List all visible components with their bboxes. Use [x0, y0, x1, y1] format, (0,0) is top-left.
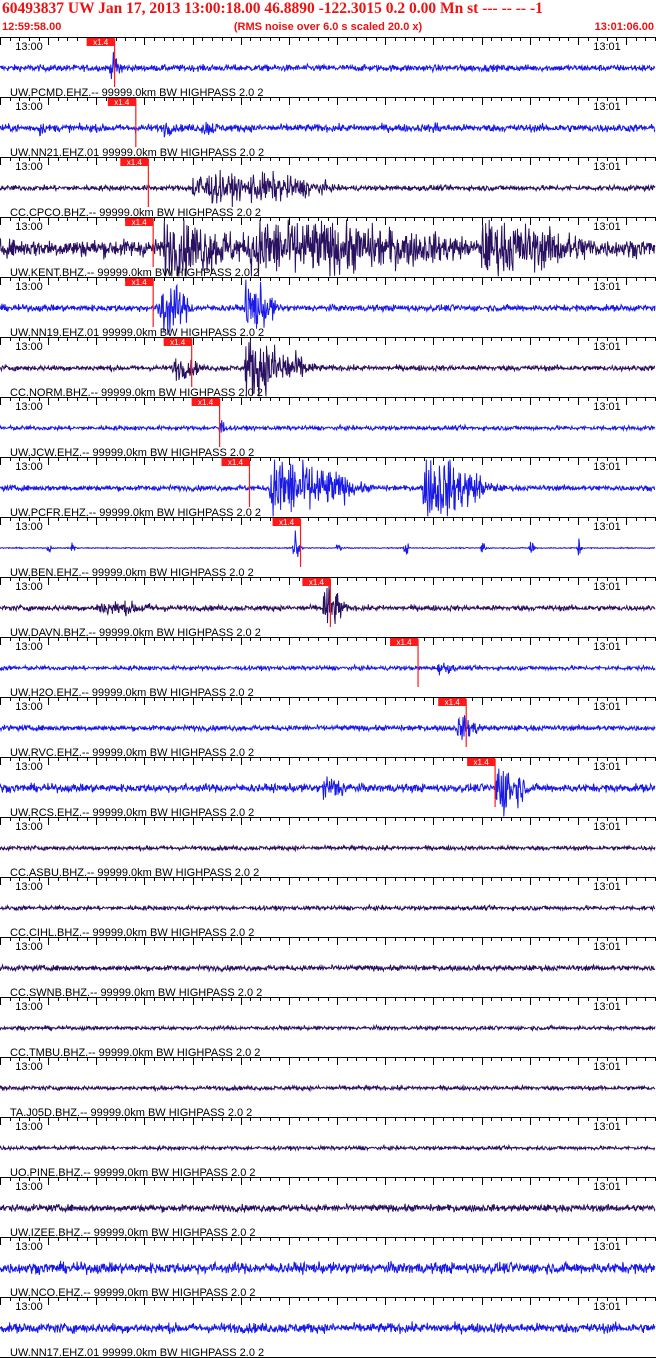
pick-label: x1.4: [228, 458, 244, 467]
time-tick-label: 13:00: [15, 101, 43, 113]
time-tick-label: 13:00: [15, 221, 43, 233]
waveform-trace: [0, 843, 656, 853]
time-tick-label: 13:00: [15, 281, 43, 293]
time-tick-label: 13:01: [593, 821, 621, 833]
waveform-trace: [0, 1260, 656, 1276]
time-tick-label: 13:00: [15, 821, 43, 833]
waveform-trace: [0, 662, 656, 676]
waveform-trace: [0, 169, 656, 208]
time-tick-label: 13:01: [593, 941, 621, 953]
waveform-trace: [0, 1321, 656, 1335]
waveform-trace: [0, 1143, 656, 1152]
time-tick-label: 13:00: [15, 1001, 43, 1013]
seismogram-plot: 13:00 13:01x1.4UW.PCMD.EHZ.-- 99999.0km B…: [0, 37, 656, 1358]
time-tick-label: 13:01: [593, 641, 621, 653]
pick-label: x1.4: [170, 338, 186, 347]
time-tick-label: 13:00: [15, 581, 43, 593]
time-tick-label: 13:00: [15, 881, 43, 893]
time-tick-label: 13:00: [15, 1301, 43, 1313]
waveform-trace: [0, 963, 656, 973]
time-tick-label: 13:00: [15, 161, 43, 173]
time-tick-label: 13:01: [593, 101, 621, 113]
time-tick-label: 13:01: [593, 1001, 621, 1013]
time-tick-label: 13:00: [15, 941, 43, 953]
pick-label: x1.4: [474, 758, 490, 767]
time-tick-label: 13:00: [15, 41, 43, 53]
time-tick-label: 13:00: [15, 1241, 43, 1253]
time-tick-label: 13:00: [15, 641, 43, 653]
waveform-trace: [0, 51, 656, 80]
time-tick-label: 13:00: [15, 701, 43, 713]
pick-label: x1.4: [132, 278, 148, 287]
pick-label: x1.4: [114, 98, 130, 107]
time-tick-label: 13:01: [593, 41, 621, 53]
time-tick-label: 13:00: [15, 1061, 43, 1073]
waveform-trace: [0, 530, 656, 558]
channel-label: UW.NN17.EHZ.01 99999.0km BW HIGHPASS 2.0…: [10, 1347, 264, 1358]
time-tick-label: 13:01: [593, 461, 621, 473]
pick-label: x1.4: [309, 578, 325, 587]
time-tick-label: 13:00: [15, 341, 43, 353]
time-tick-label: 13:01: [593, 521, 621, 533]
waveform-trace: [0, 903, 656, 913]
pick-label: x1.4: [132, 218, 148, 227]
pick-label: x1.4: [93, 38, 109, 47]
waveform-trace: [0, 715, 656, 740]
time-tick-label: 13:00: [15, 1121, 43, 1133]
pick-label: x1.4: [445, 698, 461, 707]
time-tick-label: 13:01: [593, 581, 621, 593]
time-tick-label: 13:01: [593, 701, 621, 713]
pick-label: x1.4: [198, 398, 214, 407]
pick-label: x1.4: [396, 638, 412, 647]
pick-label: x1.4: [127, 158, 143, 167]
time-tick-label: 13:01: [593, 1241, 621, 1253]
time-tick-label: 13:01: [593, 401, 621, 413]
waveform-trace: [0, 420, 656, 433]
time-tick-label: 13:01: [593, 881, 621, 893]
time-tick-label: 13:01: [593, 221, 621, 233]
waveform-trace: [0, 1203, 656, 1214]
waveform-trace: [0, 1083, 656, 1093]
pick-label: x1.4: [279, 518, 295, 527]
time-tick-label: 13:00: [15, 1181, 43, 1193]
waveform-trace: [0, 121, 656, 138]
time-tick-label: 13:00: [15, 761, 43, 773]
time-tick-label: 13:01: [593, 281, 621, 293]
time-tick-label: 13:00: [15, 521, 43, 533]
time-tick-label: 13:01: [593, 1121, 621, 1133]
time-tick-label: 13:01: [593, 1301, 621, 1313]
time-tick-label: 13:01: [593, 161, 621, 173]
time-tick-label: 13:01: [593, 341, 621, 353]
time-tick-label: 13:01: [593, 1061, 621, 1073]
time-tick-label: 13:01: [593, 761, 621, 773]
time-tick-label: 13:00: [15, 401, 43, 413]
time-tick-label: 13:01: [593, 1181, 621, 1193]
waveform-trace: [0, 585, 656, 625]
waveform-trace: [0, 1023, 656, 1033]
time-tick-label: 13:00: [15, 461, 43, 473]
